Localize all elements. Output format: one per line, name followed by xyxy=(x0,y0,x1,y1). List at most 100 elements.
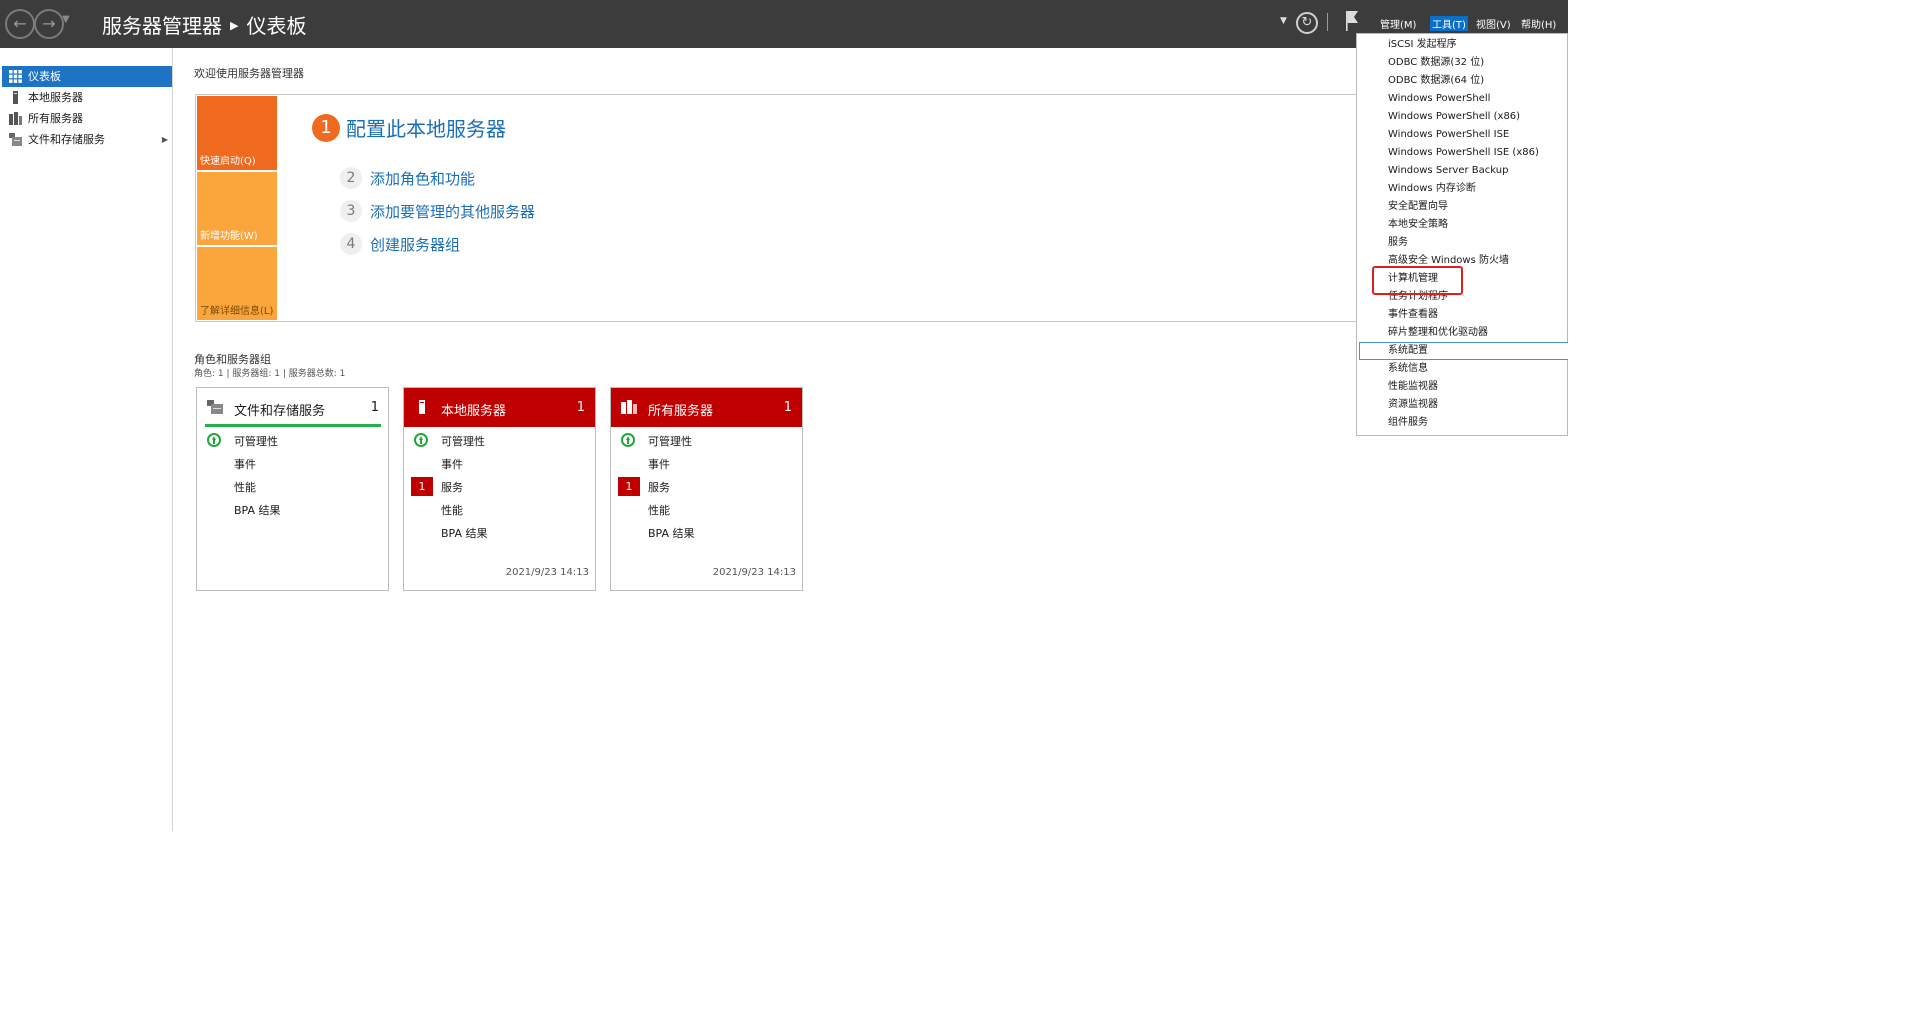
step-add-servers[interactable]: 3 添加要管理的其他服务器 xyxy=(340,200,535,222)
card-count: 1 xyxy=(576,400,585,415)
card-row-services[interactable]: 服务 xyxy=(648,479,670,495)
refresh-button[interactable]: ↻ xyxy=(1296,12,1318,34)
card-header[interactable]: 文件和存储服务 1 xyxy=(205,388,381,427)
menu-manage[interactable]: 管理(M) xyxy=(1380,16,1416,31)
menu-item-resource-monitor[interactable]: 资源监视器 xyxy=(1388,396,1568,414)
step-configure-local-server[interactable]: 1 配置此本地服务器 xyxy=(312,113,506,142)
card-file-storage[interactable]: 文件和存储服务 1 可管理性 事件 性能 BPA 结果 xyxy=(196,387,389,591)
card-title: 所有服务器 xyxy=(648,404,714,419)
alert-count-badge: 1 xyxy=(618,477,640,496)
menu-item-iscsi[interactable]: iSCSI 发起程序 xyxy=(1388,36,1568,54)
sidebar: 仪表板 本地服务器 所有服务器 文件和存储服务 ▶ xyxy=(0,48,173,831)
tile-whats-new[interactable]: 新增功能(W) xyxy=(197,172,277,245)
roles-groups-title: 角色和服务器组 xyxy=(194,353,271,366)
menu-item-odbc64[interactable]: ODBC 数据源(64 位) xyxy=(1388,72,1568,90)
menu-item-powershell-x86[interactable]: Windows PowerShell (x86) xyxy=(1388,108,1568,126)
history-dropdown-icon[interactable]: ▼ xyxy=(62,14,70,25)
card-row-events[interactable]: 事件 xyxy=(648,456,670,472)
menu-item-powershell-ise[interactable]: Windows PowerShell ISE xyxy=(1388,126,1568,144)
sidebar-item-dashboard[interactable]: 仪表板 xyxy=(2,66,172,87)
card-row-manageability[interactable]: 可管理性 xyxy=(441,433,485,449)
card-row-services[interactable]: 服务 xyxy=(441,479,463,495)
sidebar-item-local-server[interactable]: 本地服务器 xyxy=(2,87,172,108)
menu-item-performance-monitor[interactable]: 性能监视器 xyxy=(1388,378,1568,396)
sidebar-item-file-storage[interactable]: 文件和存储服务 ▶ xyxy=(2,129,172,150)
storage-icon xyxy=(9,133,22,146)
card-row-bpa[interactable]: BPA 结果 xyxy=(234,502,281,518)
storage-icon xyxy=(207,400,223,414)
alert-count-badge: 1 xyxy=(411,477,433,496)
tile-quick-start[interactable]: 快速启动(Q) xyxy=(197,96,277,170)
title-bar: ← → ▼ 服务器管理器 ▶ 仪表板 ▼ ↻ 管理(M) 工具(T) 视图(V) 帮… xyxy=(0,0,1568,48)
step-number: 2 xyxy=(340,167,362,189)
breadcrumb-page: 仪表板 xyxy=(246,14,307,38)
card-timestamp: 2021/9/23 14:13 xyxy=(712,567,796,578)
notification-flag-icon[interactable] xyxy=(1345,10,1359,32)
breadcrumb-separator-icon: ▶ xyxy=(230,19,239,32)
card-row-manageability[interactable]: 可管理性 xyxy=(234,433,278,449)
toolbar-divider xyxy=(1327,13,1328,31)
tile-label: 快速启动(Q) xyxy=(200,156,256,167)
menu-item-system-info[interactable]: 系统信息 xyxy=(1388,360,1568,378)
menu-item-memory-diagnostic[interactable]: Windows 内存诊断 xyxy=(1388,180,1568,198)
card-row-performance[interactable]: 性能 xyxy=(441,502,463,518)
card-title: 本地服务器 xyxy=(441,404,507,419)
roles-groups-summary: 角色: 1 | 服务器组: 1 | 服务器总数: 1 xyxy=(194,369,346,379)
expand-arrow-icon[interactable]: ▶ xyxy=(162,129,168,150)
step-link[interactable]: 创建服务器组 xyxy=(370,234,460,255)
card-header[interactable]: 所有服务器 1 xyxy=(611,388,802,427)
menu-item-system-config[interactable]: 系统配置 xyxy=(1388,342,1568,360)
menu-item-defrag[interactable]: 碎片整理和优化驱动器 xyxy=(1388,324,1568,342)
menu-item-server-backup[interactable]: Windows Server Backup xyxy=(1388,162,1568,180)
card-row-events[interactable]: 事件 xyxy=(441,456,463,472)
menu-tools[interactable]: 工具(T) xyxy=(1430,16,1468,31)
card-row-bpa[interactable]: BPA 结果 xyxy=(648,525,695,541)
dashboard-icon xyxy=(9,70,22,83)
card-all-servers[interactable]: 所有服务器 1 可管理性 事件 1 服务 性能 BPA 结果 2021/9/23… xyxy=(610,387,803,591)
dropdown-arrow-icon[interactable]: ▼ xyxy=(1280,16,1287,26)
step-create-group[interactable]: 4 创建服务器组 xyxy=(340,233,460,255)
card-count: 1 xyxy=(370,400,379,415)
back-button[interactable]: ← xyxy=(5,9,35,39)
card-timestamp: 2021/9/23 14:13 xyxy=(505,567,589,578)
card-row-bpa[interactable]: BPA 结果 xyxy=(441,525,488,541)
menu-item-component-services[interactable]: 组件服务 xyxy=(1388,414,1568,432)
breadcrumb-app[interactable]: 服务器管理器 xyxy=(102,14,222,38)
tile-learn-more[interactable]: 了解详细信息(L) xyxy=(197,247,277,320)
step-link[interactable]: 添加角色和功能 xyxy=(370,168,475,189)
tools-dropdown-menu: iSCSI 发起程序 ODBC 数据源(32 位) ODBC 数据源(64 位)… xyxy=(1356,33,1568,436)
step-number: 1 xyxy=(312,113,340,142)
servers-icon xyxy=(9,112,22,125)
step-add-roles[interactable]: 2 添加角色和功能 xyxy=(340,167,475,189)
menu-item-local-security-policy[interactable]: 本地安全策略 xyxy=(1388,216,1568,234)
step-link[interactable]: 配置此本地服务器 xyxy=(346,113,506,142)
sidebar-item-all-servers[interactable]: 所有服务器 xyxy=(2,108,172,129)
card-header[interactable]: 本地服务器 1 xyxy=(404,388,595,427)
status-ok-icon xyxy=(621,433,635,447)
status-ok-icon xyxy=(414,433,428,447)
menu-item-powershell[interactable]: Windows PowerShell xyxy=(1388,90,1568,108)
forward-button[interactable]: → xyxy=(34,9,64,39)
menu-item-event-viewer[interactable]: 事件查看器 xyxy=(1388,306,1568,324)
menu-view[interactable]: 视图(V) xyxy=(1476,16,1511,31)
card-row-events[interactable]: 事件 xyxy=(234,456,256,472)
menu-help[interactable]: 帮助(H) xyxy=(1521,16,1556,31)
servers-icon xyxy=(621,400,637,414)
card-title: 文件和存储服务 xyxy=(234,404,326,419)
menu-item-services[interactable]: 服务 xyxy=(1388,234,1568,252)
card-row-manageability[interactable]: 可管理性 xyxy=(648,433,692,449)
menu-item-powershell-ise-x86[interactable]: Windows PowerShell ISE (x86) xyxy=(1388,144,1568,162)
menu-item-security-config-wizard[interactable]: 安全配置向导 xyxy=(1388,198,1568,216)
card-count: 1 xyxy=(783,400,792,415)
sidebar-item-label: 所有服务器 xyxy=(28,112,83,125)
card-local-server[interactable]: 本地服务器 1 可管理性 事件 1 服务 性能 BPA 结果 2021/9/23… xyxy=(403,387,596,591)
status-ok-icon xyxy=(207,433,221,447)
step-link[interactable]: 添加要管理的其他服务器 xyxy=(370,201,535,222)
card-row-performance[interactable]: 性能 xyxy=(648,502,670,518)
tile-label: 新增功能(W) xyxy=(200,231,258,242)
sidebar-item-label: 仪表板 xyxy=(28,70,61,83)
refresh-icon: ↻ xyxy=(1301,15,1313,30)
menu-item-odbc32[interactable]: ODBC 数据源(32 位) xyxy=(1388,54,1568,72)
welcome-title: 欢迎使用服务器管理器 xyxy=(194,67,304,80)
card-row-performance[interactable]: 性能 xyxy=(234,479,256,495)
